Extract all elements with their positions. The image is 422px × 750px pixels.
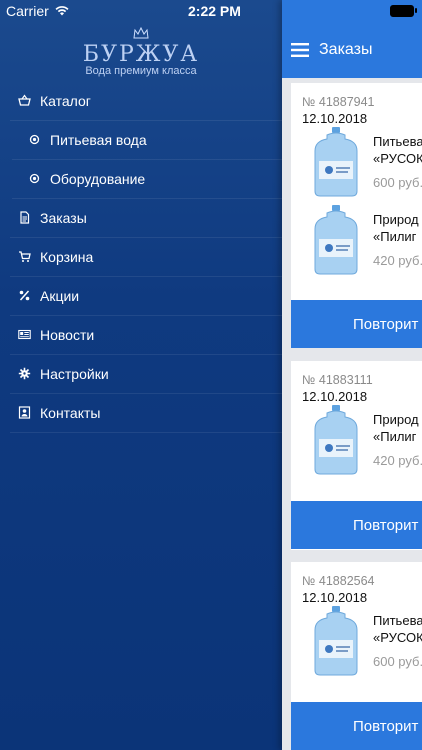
order-card: № 41887941 12.10.2018 Питьева «РУСОК 600 … bbox=[291, 83, 422, 348]
drawer-menu: Каталог Питьевая вода Оборудование Заказ… bbox=[0, 82, 282, 433]
order-number: № 41887941 bbox=[302, 95, 375, 109]
item-name: Питьева «РУСОК bbox=[373, 134, 422, 166]
radio-dot-icon bbox=[29, 134, 40, 145]
brand-name: БУРЖУА bbox=[82, 42, 200, 67]
repeat-order-button[interactable]: Повторит bbox=[291, 300, 422, 348]
order-number: № 41883111 bbox=[302, 373, 373, 387]
order-number: № 41882564 bbox=[302, 574, 375, 588]
menu-item-label: Акции bbox=[40, 288, 80, 304]
repeat-order-button[interactable]: Повторит bbox=[291, 702, 422, 750]
status-bar: Carrier 2:22 PM bbox=[0, 0, 422, 22]
menu-item-news[interactable]: Новости bbox=[10, 316, 282, 355]
order-date: 12.10.2018 bbox=[302, 590, 368, 605]
water-bottle-image bbox=[314, 205, 358, 275]
wifi-icon bbox=[55, 6, 69, 16]
carrier-label: Carrier bbox=[6, 3, 49, 19]
menu-item-promotions[interactable]: Акции bbox=[10, 277, 282, 316]
order-item[interactable]: Питьева «РУСОК 600 руб. bbox=[291, 127, 422, 205]
menu-item-contacts[interactable]: Контакты bbox=[10, 394, 282, 433]
menu-item-cart[interactable]: Корзина bbox=[10, 238, 282, 277]
radio-dot-icon bbox=[29, 173, 40, 184]
menu-item-drinking-water[interactable]: Питьевая вода bbox=[12, 121, 282, 160]
menu-item-catalog[interactable]: Каталог bbox=[10, 82, 282, 121]
menu-item-label: Питьевая вода bbox=[50, 132, 147, 148]
navigation-drawer: БУРЖУА Вода премиум класса Каталог Питье… bbox=[0, 0, 282, 750]
carrier-group: Carrier bbox=[6, 3, 69, 19]
menu-item-label: Оборудование bbox=[50, 171, 146, 187]
crown-icon bbox=[133, 26, 149, 39]
water-bottle-image bbox=[314, 606, 358, 676]
brand-logo: БУРЖУА Вода премиум класса bbox=[0, 26, 282, 77]
order-card: № 41882564 12.10.2018 Питьева «РУСОК 600 … bbox=[291, 562, 422, 750]
cart-icon bbox=[19, 251, 31, 262]
menu-item-orders[interactable]: Заказы bbox=[10, 199, 282, 238]
menu-icon[interactable] bbox=[291, 43, 309, 57]
repeat-order-button[interactable]: Повторит bbox=[291, 501, 422, 549]
menu-item-equipment[interactable]: Оборудование bbox=[12, 160, 282, 199]
orders-screen: Заказы № 41887941 12.10.2018 Питьева «РУС… bbox=[282, 0, 422, 750]
basket-icon bbox=[18, 94, 31, 106]
order-item[interactable]: Природ «Пилиг 420 руб. bbox=[291, 205, 422, 283]
menu-item-label: Заказы bbox=[40, 210, 87, 226]
menu-item-label: Новости bbox=[40, 327, 95, 343]
menu-item-settings[interactable]: Настройки bbox=[10, 355, 282, 394]
item-price: 600 руб. bbox=[373, 175, 422, 190]
item-name: Питьева «РУСОК bbox=[373, 613, 422, 645]
menu-item-label: Контакты bbox=[40, 405, 101, 421]
percent-icon bbox=[19, 290, 30, 301]
item-price: 600 руб. bbox=[373, 654, 422, 669]
order-date: 12.10.2018 bbox=[302, 389, 368, 404]
order-card: № 41883111 12.10.2018 Природ «Пилиг 420 р… bbox=[291, 361, 422, 550]
battery-icon bbox=[390, 5, 417, 17]
item-name: Природ «Пилиг bbox=[373, 412, 419, 444]
order-item[interactable]: Природ «Пилиг 420 руб. bbox=[291, 405, 422, 483]
page-title: Заказы bbox=[319, 41, 373, 58]
gear-icon bbox=[18, 367, 31, 380]
status-time: 2:22 PM bbox=[188, 3, 241, 19]
water-bottle-image bbox=[314, 405, 358, 475]
order-item[interactable]: Питьева «РУСОК 600 руб. bbox=[291, 606, 422, 684]
document-icon bbox=[20, 211, 30, 224]
menu-item-label: Настройки bbox=[40, 366, 109, 382]
order-date: 12.10.2018 bbox=[302, 111, 368, 126]
item-name: Природ «Пилиг bbox=[373, 212, 419, 244]
item-price: 420 руб. bbox=[373, 253, 422, 268]
contact-icon bbox=[18, 406, 31, 419]
item-price: 420 руб. bbox=[373, 453, 422, 468]
menu-item-label: Каталог bbox=[40, 93, 91, 109]
water-bottle-image bbox=[314, 127, 358, 197]
menu-item-label: Корзина bbox=[40, 249, 94, 265]
news-icon bbox=[18, 329, 31, 340]
